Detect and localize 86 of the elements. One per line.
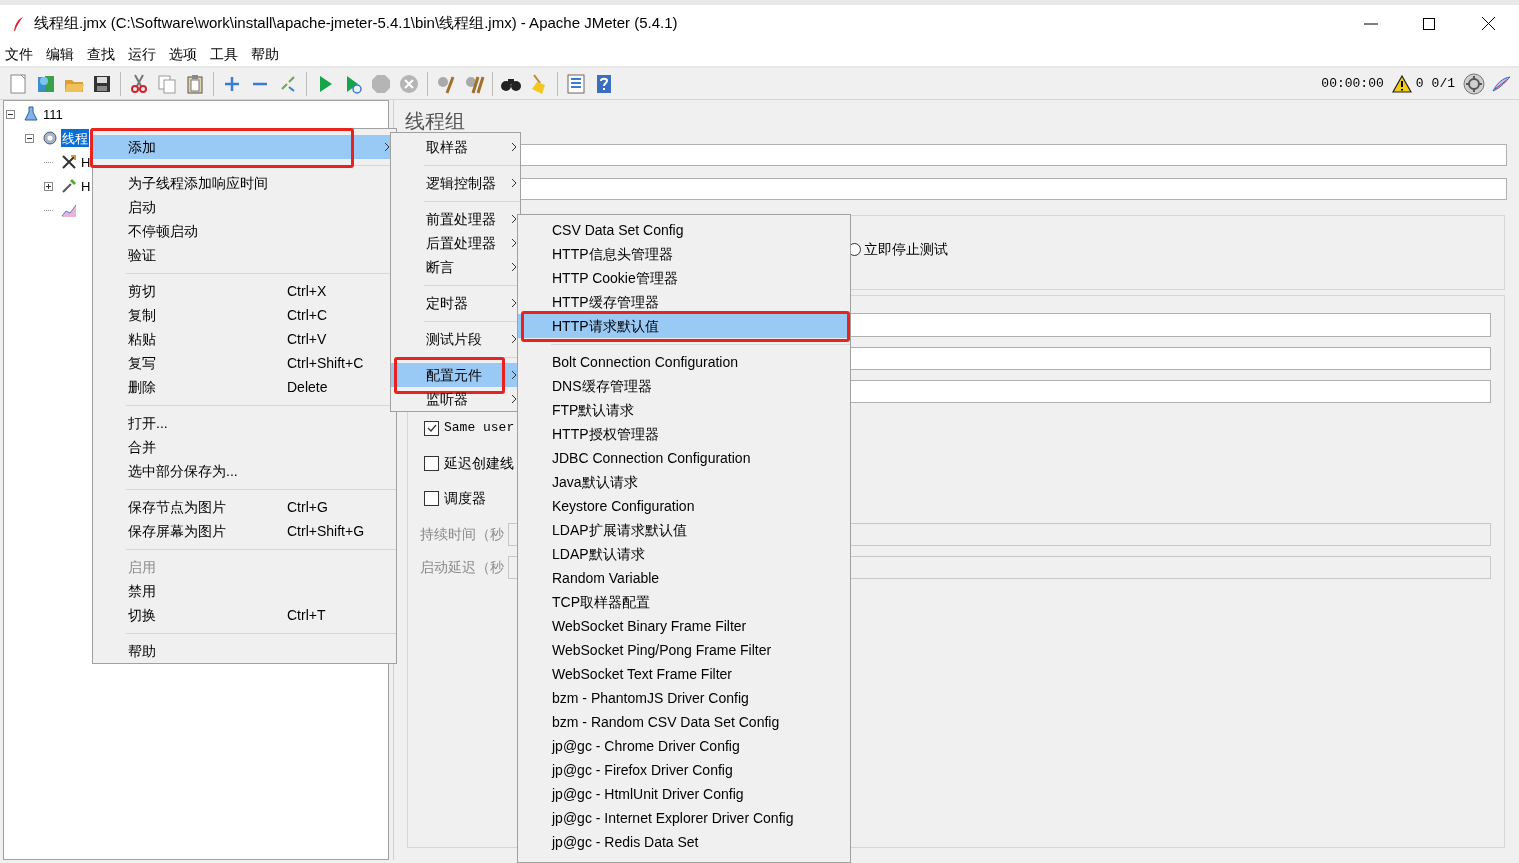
menu-item[interactable]: 选项	[168, 43, 198, 65]
checkbox-label: 延迟创建线	[444, 453, 514, 473]
checkbox[interactable]	[424, 490, 439, 506]
gear-icon	[42, 130, 58, 146]
menu-item[interactable]: 合并	[93, 435, 396, 459]
menu-item[interactable]: 保存屏幕为图片 Ctrl+Shift+G	[93, 519, 396, 543]
menu-item[interactable]: 运行	[127, 43, 157, 65]
error-count: 0	[1415, 74, 1424, 93]
menu-item[interactable]: 工具	[209, 43, 239, 65]
window-title: 线程组.jmx (C:\Software\work\install\apache-jmeter-5.4.1\bin\线程组.jmx) - Apache JMeter (5.4.1)	[34, 13, 678, 34]
menu-item[interactable]: 配置元件	[391, 363, 520, 387]
field-label: 启动延迟（秒	[420, 557, 505, 577]
menu-item[interactable]: jp@gc - Firefox Driver Config	[518, 758, 850, 782]
feather-icon	[12, 15, 24, 32]
expander-icon[interactable]	[6, 109, 15, 119]
menu-item[interactable]: bzm - PhantomJS Driver Config	[518, 686, 850, 710]
menu-item[interactable]: Keystore Configuration	[518, 494, 850, 518]
menu-item[interactable]: TCP取样器配置	[518, 590, 850, 614]
checkbox[interactable]	[424, 455, 439, 471]
flask-icon	[23, 106, 39, 122]
menu-item[interactable]: FTP默认请求	[518, 398, 850, 422]
checkbox[interactable]	[424, 420, 439, 436]
menu-item[interactable]: 文件	[4, 43, 34, 65]
maximize-icon[interactable]	[1423, 17, 1435, 30]
menu-item[interactable]: LDAP扩展请求默认值	[518, 518, 850, 542]
menu-item[interactable]: bzm - Random CSV Data Set Config	[518, 710, 850, 734]
tree-item[interactable]: 111	[42, 105, 64, 123]
feather-logo-icon[interactable]	[1491, 74, 1511, 93]
menu-item[interactable]: 逻辑控制器	[391, 171, 520, 195]
menu-item[interactable]: Random Variable	[518, 566, 850, 590]
checkbox-label: Same user	[444, 419, 515, 438]
menu-item[interactable]: JDBC Connection Configuration	[518, 446, 850, 470]
close-icon[interactable]	[1482, 17, 1495, 30]
menu-item[interactable]: 前置处理器	[391, 207, 520, 231]
menu-item[interactable]: WebSocket Text Frame Filter	[518, 662, 850, 686]
menu-item[interactable]: Java默认请求	[518, 470, 850, 494]
menu-item[interactable]: 定时器	[391, 291, 520, 315]
menu-item[interactable]: Bolt Connection Configuration	[518, 350, 850, 374]
menu-item[interactable]: HTTP信息头管理器	[518, 242, 850, 266]
field-label: 持续时间（秒	[420, 524, 505, 544]
menu-item[interactable]: HTTP缓存管理器	[518, 290, 850, 314]
expander-icon[interactable]	[44, 181, 53, 191]
menu-item[interactable]: jp@gc - HtmlUnit Driver Config	[518, 782, 850, 806]
shutdown-icon[interactable]	[398, 72, 420, 95]
menu-item[interactable]: 监听器	[391, 387, 520, 411]
pipette-icon	[61, 178, 77, 194]
tree-item[interactable]: H	[80, 177, 92, 195]
menu-item[interactable]: HTTP Cookie管理器	[518, 266, 850, 290]
copy-icon[interactable]	[156, 72, 178, 95]
warning-icon[interactable]	[1391, 74, 1412, 93]
radio-label: 立即停止测试	[864, 239, 948, 259]
menu-item[interactable]: HTTP请求默认值	[518, 314, 850, 338]
menu-item[interactable]: 后置处理器	[391, 231, 520, 255]
checkbox-label: 调度器	[444, 488, 486, 508]
menu-item[interactable]: HTTP授权管理器	[518, 422, 850, 446]
menu-item[interactable]: jp@gc - Internet Explorer Driver Config	[518, 806, 850, 830]
menu-item[interactable]: 查找	[86, 43, 116, 65]
menu-item[interactable]: 选中部分保存为...	[93, 459, 396, 483]
chart-icon	[61, 202, 77, 218]
menu-item[interactable]: 打开...	[93, 411, 396, 435]
cut-icon[interactable]	[128, 72, 150, 95]
menu-item[interactable]: 测试片段	[391, 327, 520, 351]
thread-count: 0/1	[1431, 74, 1455, 93]
menu-item[interactable]: CSV Data Set Config	[518, 218, 850, 242]
menu-item[interactable]: 禁用	[93, 579, 396, 603]
menu-item[interactable]: 编辑	[45, 43, 75, 65]
menu-item[interactable]: LDAP默认请求	[518, 542, 850, 566]
panel-title: 线程组	[405, 109, 466, 133]
menu-item[interactable]: jp@gc - Redis Data Set	[518, 830, 850, 854]
tree-item[interactable]: H	[80, 153, 92, 171]
menu-item[interactable]: 帮助	[250, 43, 280, 65]
tools-icon	[61, 154, 77, 170]
menu-item[interactable]: 帮助	[93, 639, 396, 663]
menu-item[interactable]: DNS缓存管理器	[518, 374, 850, 398]
menu-item[interactable]: 切换 Ctrl+T	[93, 603, 396, 627]
expander-icon[interactable]	[25, 133, 34, 143]
remote-status-icon[interactable]	[1463, 72, 1485, 95]
menu-item[interactable]: 保存节点为图片 Ctrl+G	[93, 495, 396, 519]
elapsed-time: 00:00:00	[1321, 74, 1384, 93]
menu-item[interactable]: WebSocket Ping/Pong Frame Filter	[518, 638, 850, 662]
menu-item[interactable]: WebSocket Binary Frame Filter	[518, 614, 850, 638]
menu-item[interactable]: 断言	[391, 255, 520, 279]
menu-item[interactable]: jp@gc - Chrome Driver Config	[518, 734, 850, 758]
function-list-icon[interactable]	[565, 72, 587, 95]
tree-item[interactable]: 线程	[61, 129, 89, 147]
paste-icon[interactable]	[184, 72, 206, 95]
